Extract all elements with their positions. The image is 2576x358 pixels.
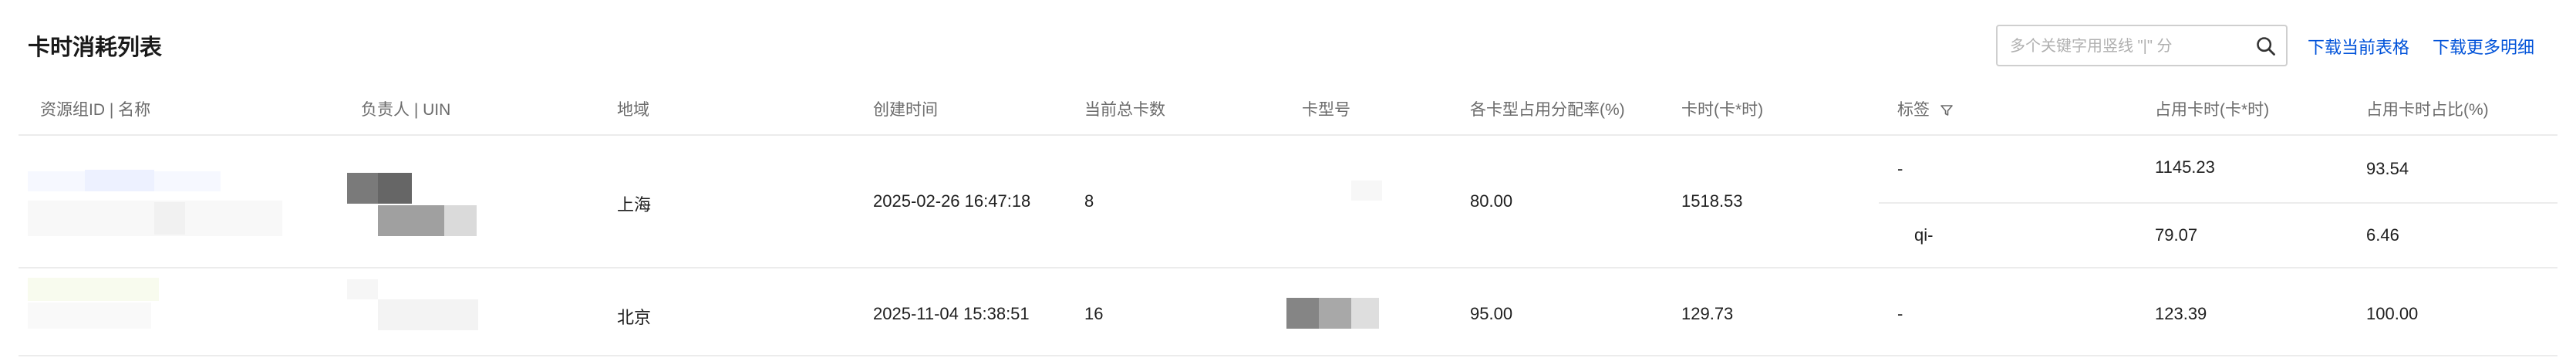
download-more-details-link[interactable]: 下载更多明细 bbox=[2433, 34, 2534, 59]
col-region: 地域 bbox=[617, 101, 649, 119]
search-input[interactable] bbox=[2008, 32, 2243, 60]
header-divider bbox=[19, 134, 2557, 136]
used-hours-cell: 79.07 bbox=[2155, 225, 2198, 245]
col-alloc-rate: 各卡型占用分配率(%) bbox=[1470, 101, 1625, 119]
subrow-divider bbox=[1879, 202, 2557, 204]
col-tags: 标签 bbox=[1897, 97, 1954, 120]
col-created-time: 创建时间 bbox=[873, 101, 938, 119]
tag-cell: - bbox=[1897, 159, 1903, 178]
used-ratio-cell: 100.00 bbox=[2366, 304, 2419, 323]
filter-icon[interactable] bbox=[1939, 103, 1954, 118]
col-card-hours: 卡时(卡*时) bbox=[1681, 101, 1764, 119]
alloc-rate-cell: 95.00 bbox=[1470, 304, 1513, 323]
search-icon[interactable] bbox=[2255, 35, 2277, 57]
used-hours-cell: 1145.23 bbox=[2155, 157, 2215, 177]
card-hours-cell: 1518.53 bbox=[1681, 191, 1743, 211]
created-time-cell: 2025-11-04 15:38:51 bbox=[873, 304, 1030, 323]
row-divider bbox=[19, 267, 2557, 268]
row-divider bbox=[19, 355, 2557, 356]
col-card-model: 卡型号 bbox=[1302, 101, 1350, 119]
download-current-table-link[interactable]: 下载当前表格 bbox=[2308, 34, 2409, 59]
col-resource-group: 资源组ID | 名称 bbox=[40, 101, 151, 119]
col-used-hours: 占用卡时(卡*时) bbox=[2155, 101, 2270, 119]
search-box[interactable] bbox=[1996, 25, 2288, 66]
card-hours-cell: 129.73 bbox=[1681, 304, 1734, 323]
total-cards-cell: 16 bbox=[1084, 304, 1104, 323]
region-cell: 北京 bbox=[617, 308, 652, 327]
alloc-rate-cell: 80.00 bbox=[1470, 191, 1513, 211]
card-model-redacted bbox=[1351, 181, 1382, 201]
total-cards-cell: 8 bbox=[1084, 191, 1094, 211]
col-tags-label: 标签 bbox=[1897, 101, 1930, 119]
used-hours-cell: 123.39 bbox=[2155, 304, 2207, 323]
col-total-cards: 当前总卡数 bbox=[1084, 101, 1165, 119]
col-used-ratio: 占用卡时占比(%) bbox=[2366, 101, 2489, 119]
created-time-cell: 2025-02-26 16:47:18 bbox=[873, 191, 1031, 211]
page-title: 卡时消耗列表 bbox=[28, 35, 163, 60]
col-owner: 负责人 | UIN bbox=[361, 101, 451, 119]
tag-cell: - bbox=[1897, 304, 1903, 323]
used-ratio-cell: 93.54 bbox=[2366, 159, 2409, 178]
region-cell: 上海 bbox=[617, 195, 652, 214]
tag-cell: qi- bbox=[1914, 225, 1934, 245]
used-ratio-cell: 6.46 bbox=[2366, 225, 2399, 245]
